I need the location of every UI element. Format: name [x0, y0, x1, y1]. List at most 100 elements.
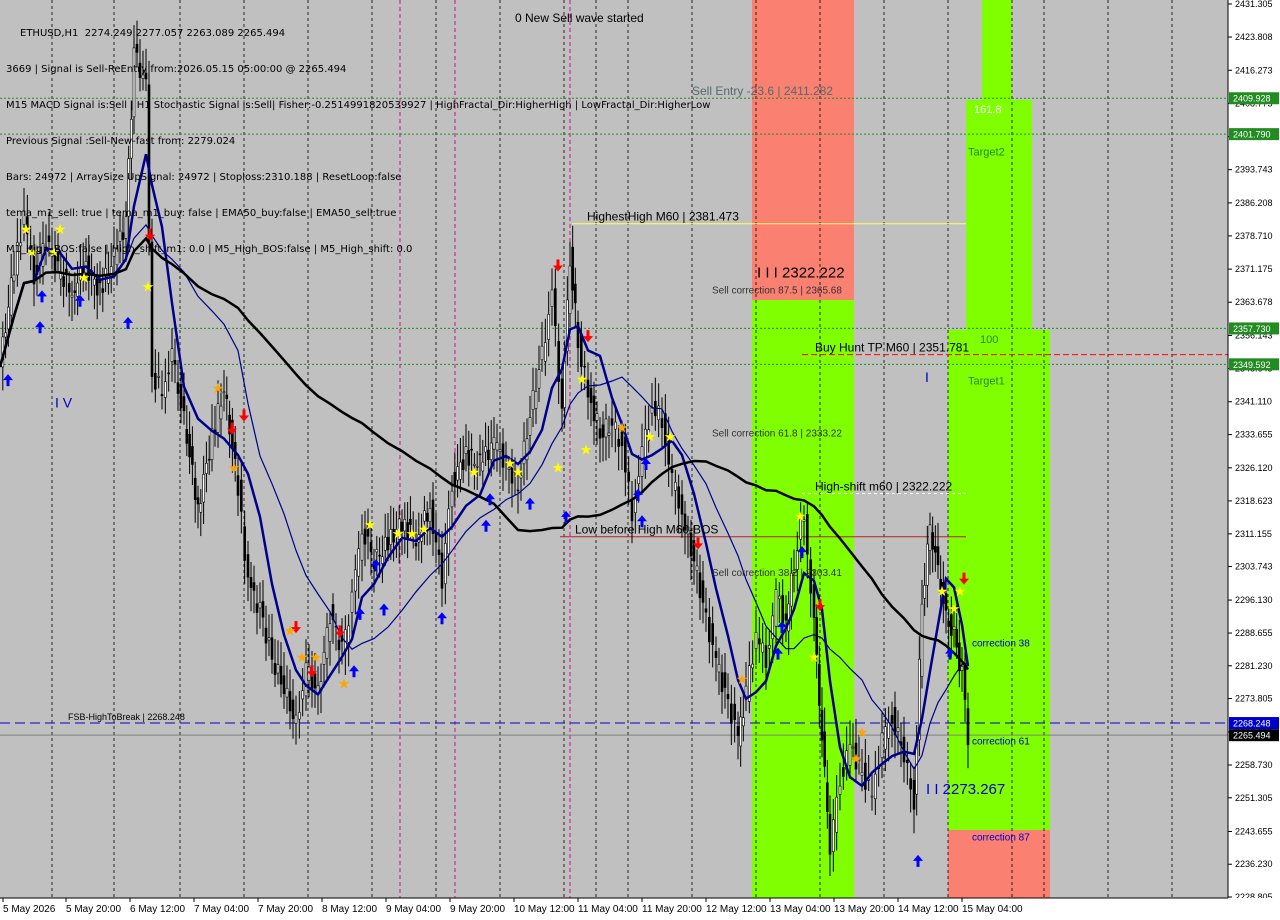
candle-body: [754, 632, 758, 649]
candle-body: [459, 461, 462, 480]
star-icon: ★: [78, 270, 91, 286]
candle-body: [360, 533, 364, 561]
candle-body: [560, 378, 564, 409]
candle-body: [383, 536, 387, 551]
candle-body: [926, 543, 929, 586]
candle-body: [101, 288, 105, 293]
price-tick-label: 2431.305: [1235, 0, 1273, 9]
candle-body: [818, 664, 821, 706]
candle-body: [167, 372, 170, 375]
candle-body: [761, 642, 764, 653]
candle-body: [936, 546, 940, 566]
candle-body: [955, 629, 958, 648]
candle-body: [963, 665, 967, 700]
green-zone-top: [982, 0, 1012, 100]
price-tick-label: 2363.678: [1235, 297, 1273, 307]
price-tag-label: 2409.928: [1233, 94, 1271, 104]
candle-body: [225, 394, 229, 399]
candle-body: [568, 265, 572, 315]
time-tick-label: 10 May 12:00: [514, 904, 575, 915]
candle-body: [210, 428, 214, 460]
price-tick-label: 2296.130: [1235, 595, 1273, 605]
candle-body: [826, 782, 829, 813]
star-icon: ★: [310, 649, 323, 665]
candle-body: [835, 796, 838, 833]
star-icon: ★: [856, 724, 869, 740]
candle-body: [860, 772, 864, 776]
candle-body: [188, 433, 191, 458]
zone-label: Sell correction 61.8 | 2333.22: [712, 429, 842, 440]
candle-body: [264, 627, 268, 644]
star-icon: ★: [364, 517, 377, 533]
candle-body: [93, 278, 96, 286]
star-icon: ★: [948, 600, 961, 616]
candle-body: [896, 727, 900, 732]
level-label: High-shift m60 | 2322.222: [815, 479, 953, 493]
candle-body: [677, 486, 680, 509]
candle-body: [554, 288, 557, 326]
time-tick-label: 13 May 04:00: [770, 904, 831, 915]
candle-body: [375, 549, 379, 553]
candle-body: [774, 589, 778, 627]
candle-body: [252, 582, 256, 591]
candle-body: [920, 603, 924, 677]
candle-body: [378, 554, 381, 557]
candle-body: [547, 314, 550, 340]
candle-body: [62, 276, 65, 287]
candle-body: [522, 440, 526, 465]
candle-body: [704, 608, 708, 613]
candle-body: [386, 536, 390, 551]
candle-body: [887, 722, 890, 739]
time-tick-label: 13 May 20:00: [834, 904, 895, 915]
price-tag-label: 2401.790: [1233, 130, 1271, 140]
price-tick-label: 2303.743: [1235, 562, 1273, 572]
candle-body: [838, 785, 842, 795]
star-icon: ★: [228, 459, 241, 475]
candle-body: [294, 714, 298, 724]
price-tick-label: 2341.110: [1235, 397, 1272, 407]
time-tick-label: 7 May 20:00: [258, 904, 313, 915]
candle-body: [617, 438, 620, 447]
time-tick-label: 12 May 12:00: [706, 904, 767, 915]
candle-body: [440, 552, 444, 589]
candle-body: [258, 602, 262, 609]
candle-body: [236, 475, 240, 496]
candle-body: [478, 453, 482, 456]
star-icon: ★: [616, 420, 629, 436]
candle-body: [864, 762, 867, 790]
candle-body: [851, 746, 855, 749]
candle-body: [73, 290, 77, 293]
candle-body: [4, 332, 7, 338]
time-tick-label: 6 May 12:00: [130, 904, 185, 915]
candle-body: [736, 725, 740, 736]
candle-body: [923, 585, 926, 599]
price-tick-label: 2258.730: [1235, 760, 1273, 770]
candle-body: [267, 637, 271, 641]
time-tick-label: 11 May 20:00: [642, 904, 702, 915]
info-line: Previous Signal :Sell-New-fast from: 227…: [6, 136, 236, 147]
zone-label: Sell correction 87.5 | 2365.68: [712, 286, 842, 297]
info-line: 3669 | Signal is Sell-ReEntry from:2026.…: [6, 64, 347, 75]
candle-body: [711, 623, 714, 645]
candle-body: [717, 664, 721, 673]
candle-body: [915, 744, 918, 795]
candle-body: [880, 732, 884, 759]
candle-body: [487, 449, 490, 461]
candle-body: [164, 381, 167, 398]
price-tick-label: 2371.175: [1235, 264, 1273, 274]
candle-body: [279, 665, 283, 685]
candle-body: [796, 550, 799, 570]
candle-body: [812, 584, 816, 619]
candle-body: [301, 690, 304, 700]
candle-body: [768, 644, 771, 649]
level-label: Buy Hunt TP M60 | 2351.781: [815, 341, 969, 355]
candle-body: [199, 503, 203, 513]
candle-body: [276, 664, 280, 674]
candle-body: [337, 639, 341, 651]
candle-body: [185, 429, 189, 444]
zone-label: I I 2273.267: [926, 781, 1005, 798]
candle-body: [909, 778, 912, 790]
candle-body: [952, 626, 956, 630]
time-tick-label: 5 May 20:00: [66, 904, 121, 915]
candle-body: [456, 466, 459, 481]
